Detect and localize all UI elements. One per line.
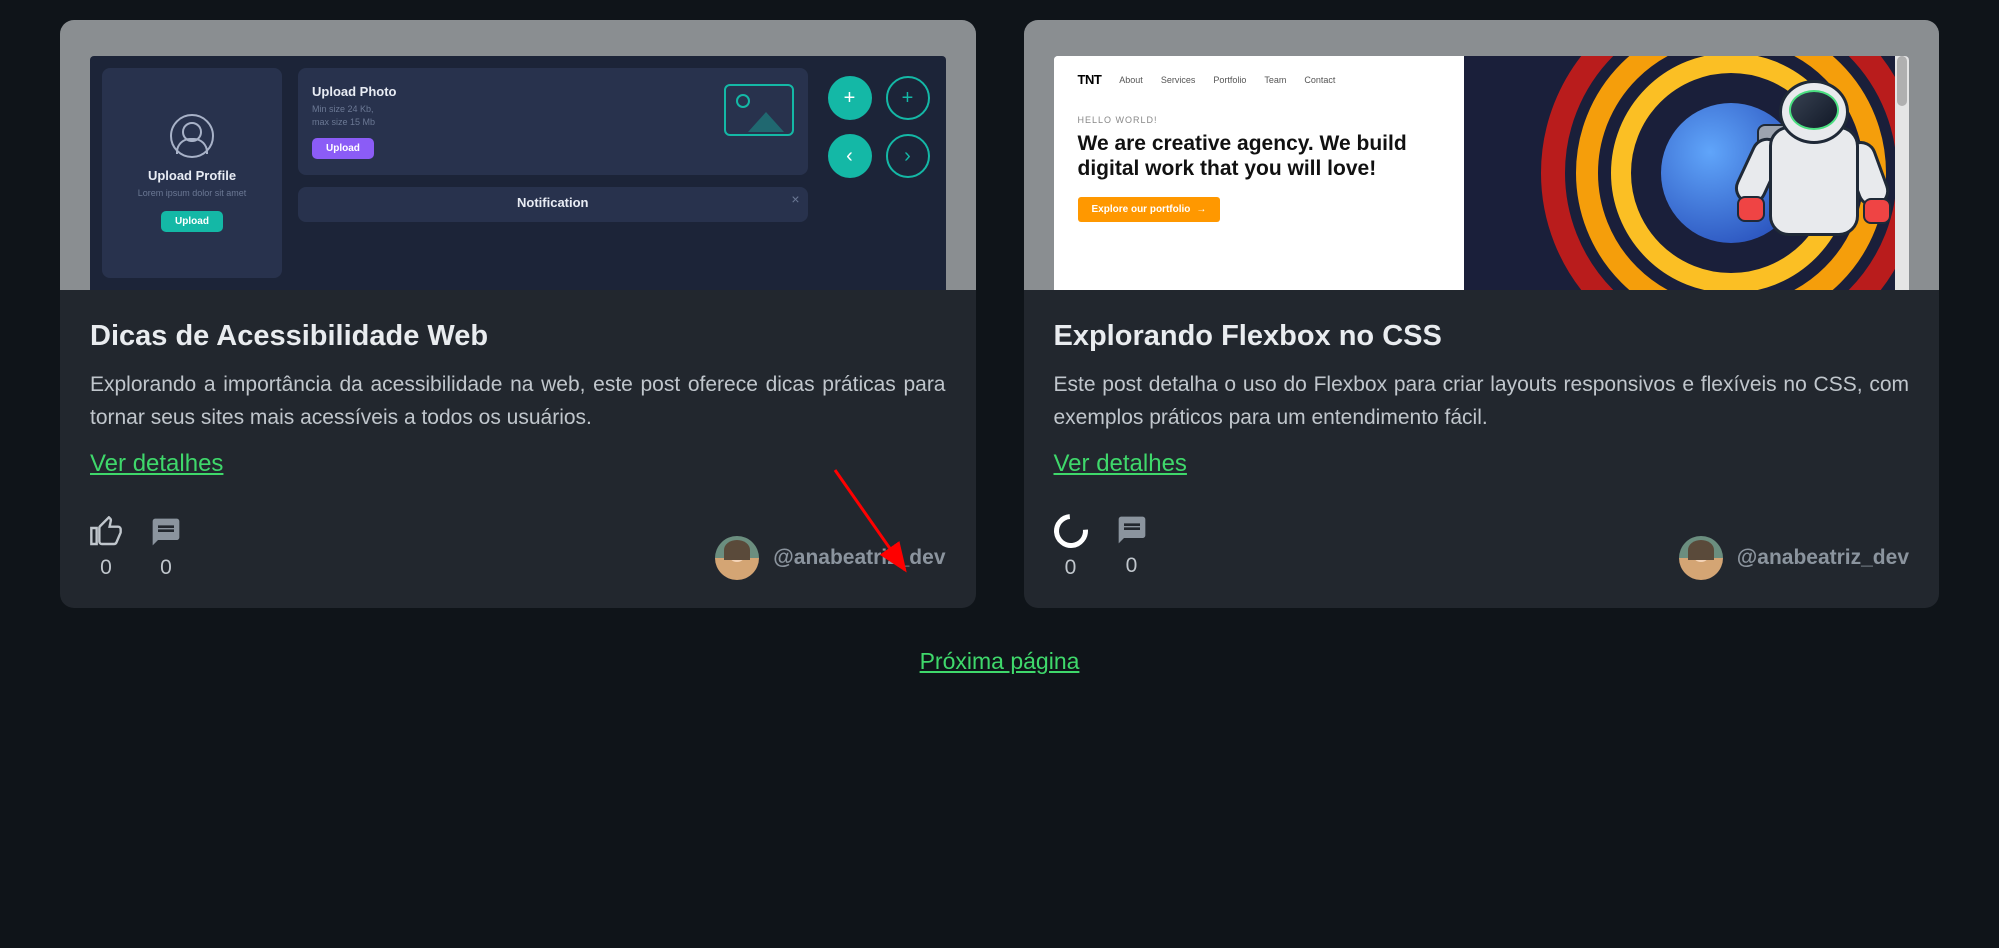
- chevron-right-icon: ›: [886, 134, 930, 178]
- likes-count: 0: [1065, 556, 1077, 580]
- mock-upload-profile-sub: Lorem ipsum dolor sit amet: [138, 187, 247, 200]
- scrollbar: [1895, 56, 1909, 290]
- chevron-left-icon: ‹: [828, 134, 872, 178]
- comments-count: 0: [1126, 554, 1138, 578]
- author-avatar[interactable]: [1679, 536, 1723, 580]
- mock-nav-item: Services: [1161, 75, 1196, 85]
- mock-hello-text: HELLO WORLD!: [1078, 115, 1441, 125]
- user-icon: [170, 114, 214, 158]
- mock-nav-item: Contact: [1304, 75, 1335, 85]
- likes-count: 0: [100, 556, 112, 580]
- mock-upload-button: Upload: [161, 211, 223, 232]
- card-image: TNT About Services Portfolio Team Contac…: [1024, 20, 1940, 290]
- plus-icon: +: [886, 76, 930, 120]
- comment-icon[interactable]: [1116, 514, 1148, 546]
- author-handle[interactable]: @anabeatriz_dev: [773, 546, 945, 570]
- post-title: Explorando Flexbox no CSS: [1054, 320, 1910, 353]
- mock-upload-photo-sub2: max size 15 Mb: [312, 116, 708, 129]
- loading-spinner-icon: [1047, 507, 1095, 555]
- details-link[interactable]: Ver detalhes: [90, 450, 946, 478]
- author-handle[interactable]: @anabeatriz_dev: [1737, 546, 1909, 570]
- thumb-up-icon[interactable]: [90, 516, 122, 548]
- mock-upload-photo-title: Upload Photo: [312, 84, 708, 99]
- astronaut-illustration: [1729, 76, 1899, 256]
- post-description: Este post detalha o uso do Flexbox para …: [1054, 369, 1910, 434]
- image-placeholder-icon: [724, 84, 794, 136]
- next-page-link[interactable]: Próxima página: [920, 648, 1080, 675]
- plus-icon: +: [828, 76, 872, 120]
- post-title: Dicas de Acessibilidade Web: [90, 320, 946, 353]
- details-link[interactable]: Ver detalhes: [1054, 450, 1910, 478]
- mock-upload-profile-title: Upload Profile: [148, 168, 236, 183]
- mock-logo: TNT: [1078, 72, 1102, 87]
- author-avatar[interactable]: [715, 536, 759, 580]
- mock-nav-item: Portfolio: [1213, 75, 1246, 85]
- mock-nav-item: Team: [1264, 75, 1286, 85]
- mock-upload-photo-sub1: Min size 24 Kb,: [312, 103, 708, 116]
- post-card: Upload Profile Lorem ipsum dolor sit ame…: [60, 20, 976, 608]
- comment-icon[interactable]: [150, 516, 182, 548]
- post-description: Explorando a importância da acessibilida…: [90, 369, 946, 434]
- mock-upload-button-purple: Upload: [312, 138, 374, 159]
- mock-headline: We are creative agency. We build digital…: [1078, 131, 1441, 181]
- card-image: Upload Profile Lorem ipsum dolor sit ame…: [60, 20, 976, 290]
- mock-cta-button: Explore our portfolio →: [1078, 197, 1221, 222]
- cards-grid: Upload Profile Lorem ipsum dolor sit ame…: [60, 20, 1939, 608]
- comments-count: 0: [160, 556, 172, 580]
- mock-notification-title: Notification: [314, 195, 792, 210]
- mock-nav-item: About: [1119, 75, 1143, 85]
- post-card: TNT About Services Portfolio Team Contac…: [1024, 20, 1940, 608]
- arrow-right-icon: →: [1196, 204, 1206, 215]
